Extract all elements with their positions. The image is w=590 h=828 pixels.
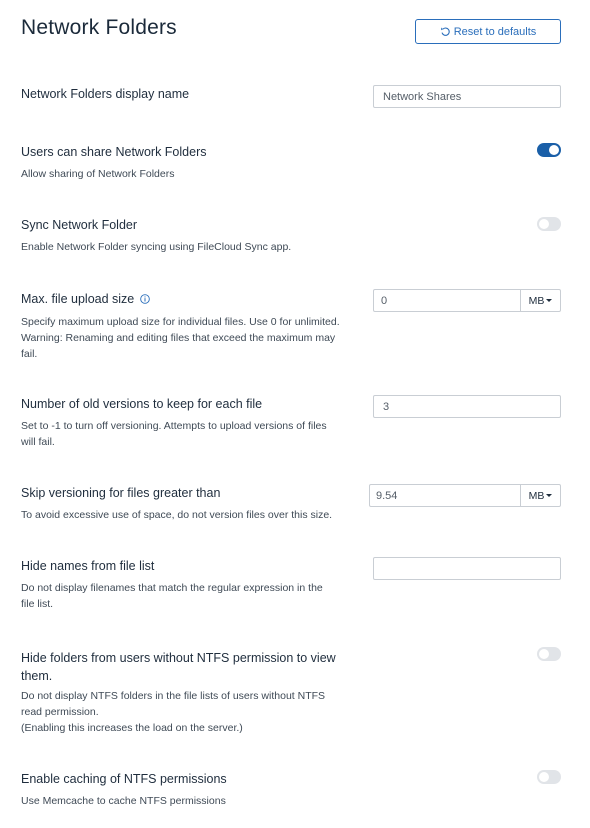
max-upload-input-group: 0 MB: [373, 289, 561, 312]
old-versions-description: Set to -1 to turn off versioning. Attemp…: [21, 418, 327, 450]
hide-names-description-line-1: Do not display filenames that match the …: [21, 582, 323, 594]
old-versions-label: Number of old versions to keep for each …: [21, 397, 263, 411]
old-versions-description-line-1: Set to -1 to turn off versioning. Attemp…: [21, 420, 327, 432]
toggle-knob: [549, 145, 559, 155]
hide-folders-ntfs-description: Do not display NTFS folders in the file …: [21, 688, 325, 736]
users-can-share-label: Users can share Network Folders: [21, 145, 207, 159]
max-upload-label: Max. file upload size: [21, 292, 151, 306]
skip-versioning-label: Skip versioning for files greater than: [21, 486, 221, 500]
max-upload-description-line-2: Warning: Renaming and editing files that…: [21, 332, 336, 344]
reset-button-label: Reset to defaults: [453, 25, 537, 38]
max-upload-input[interactable]: 0: [374, 290, 521, 311]
skip-versioning-unit-label: MB: [528, 489, 545, 502]
sync-network-folder-label: Sync Network Folder: [21, 218, 138, 232]
max-upload-description-line-1: Specify maximum upload size for individu…: [21, 316, 340, 328]
undo-icon: [440, 27, 450, 36]
hide-names-label: Hide names from file list: [21, 559, 155, 573]
hide-folders-ntfs-description-line-1: Do not display NTFS folders in the file …: [21, 690, 326, 702]
skip-versioning-input[interactable]: 9.54: [370, 485, 521, 506]
ntfs-caching-toggle[interactable]: [537, 770, 561, 784]
page-title: Network Folders: [21, 16, 177, 39]
skip-versioning-description: To avoid excessive use of space, do not …: [21, 509, 333, 521]
chevron-down-icon: [546, 299, 553, 302]
old-versions-input[interactable]: 3: [373, 395, 561, 418]
chevron-down-icon: [546, 494, 553, 497]
hide-folders-ntfs-label-line-2: them.: [21, 669, 53, 683]
max-upload-label-text: Max. file upload size: [21, 292, 135, 306]
sync-network-folder-toggle[interactable]: [537, 217, 561, 231]
display-name-label: Network Folders display name: [21, 87, 190, 101]
ntfs-caching-label: Enable caching of NTFS permissions: [21, 772, 227, 786]
users-can-share-description: Allow sharing of Network Folders: [21, 168, 175, 180]
skip-versioning-unit-dropdown[interactable]: MB: [520, 485, 560, 506]
max-upload-unit-dropdown[interactable]: MB: [520, 290, 560, 311]
ntfs-caching-description: Use Memcache to cache NTFS permissions: [21, 795, 226, 807]
reset-to-defaults-button[interactable]: Reset to defaults: [415, 19, 561, 44]
sync-network-folder-description: Enable Network Folder syncing using File…: [21, 241, 292, 253]
display-name-input[interactable]: Network Shares: [373, 85, 561, 108]
hide-folders-ntfs-label-line-1: Hide folders from users without NTFS per…: [21, 651, 336, 665]
old-versions-description-line-2: will fail.: [21, 436, 55, 448]
toggle-knob: [539, 219, 549, 229]
max-upload-description: Specify maximum upload size for individu…: [21, 314, 340, 362]
skip-versioning-input-group: 9.54 MB: [369, 484, 561, 507]
hide-folders-ntfs-description-line-2: read permission.: [21, 706, 99, 718]
hide-folders-ntfs-description-line-3: (Enabling this increases the load on the…: [21, 722, 243, 734]
hide-folders-ntfs-toggle[interactable]: [537, 647, 561, 661]
hide-names-description: Do not display filenames that match the …: [21, 580, 323, 612]
hide-names-input[interactable]: [373, 557, 561, 580]
toggle-knob: [539, 772, 549, 782]
users-can-share-toggle[interactable]: [537, 143, 561, 157]
max-upload-unit-label: MB: [528, 294, 545, 307]
max-upload-description-line-3: fail.: [21, 348, 38, 360]
hide-folders-ntfs-label: Hide folders from users without NTFS per…: [21, 649, 336, 685]
toggle-knob: [539, 649, 549, 659]
hide-names-description-line-2: file list.: [21, 598, 54, 610]
info-icon[interactable]: [140, 294, 151, 304]
